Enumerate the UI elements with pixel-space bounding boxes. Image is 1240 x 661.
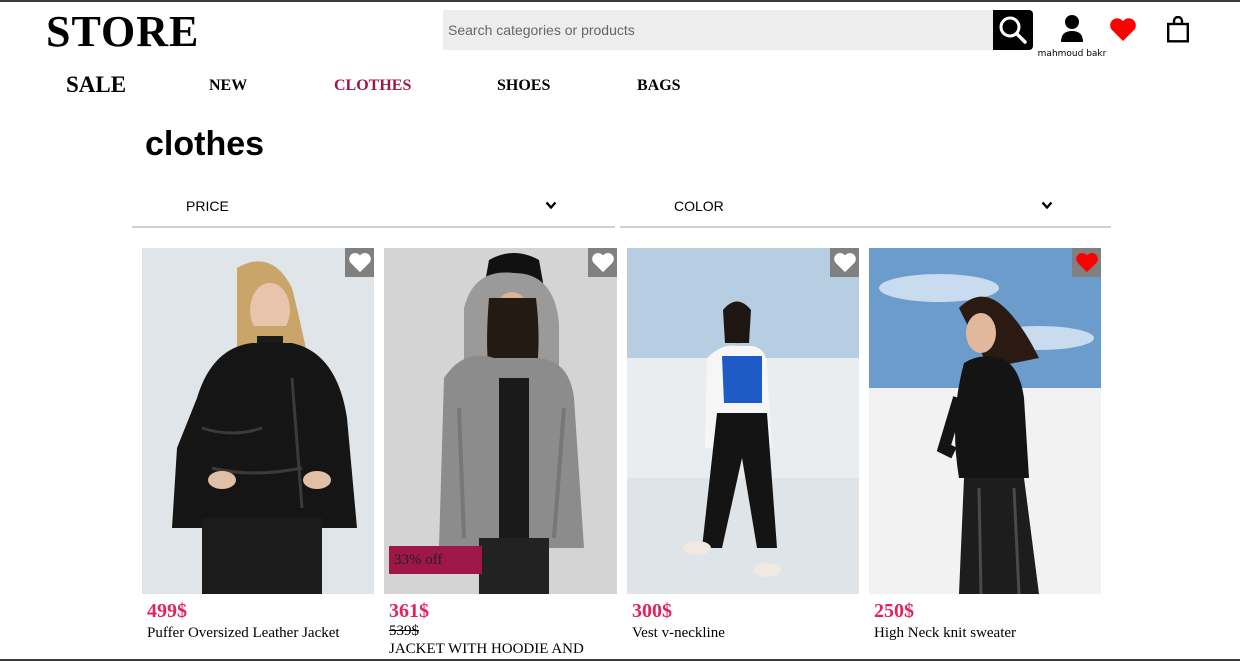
window-top-border (0, 0, 1240, 2)
product-price: 499$ (147, 600, 187, 622)
nav-bags[interactable]: BAGS (637, 77, 681, 95)
product-price: 250$ (874, 600, 914, 622)
product-name[interactable]: High Neck knit sweater (874, 624, 1101, 642)
shopping-bag-icon (1167, 15, 1190, 43)
product-card[interactable]: 300$ Vest v-neckline (627, 248, 859, 642)
favorite-button[interactable] (830, 248, 859, 277)
heart-icon (833, 253, 856, 273)
nav-shoes[interactable]: SHOES (497, 77, 550, 95)
product-image[interactable] (142, 248, 374, 594)
user-account[interactable]: mahmoud bakr (1036, 14, 1108, 60)
store-logo[interactable]: STORE (46, 6, 199, 57)
product-name[interactable]: Puffer Oversized Leather Jacket (147, 624, 374, 642)
user-name: mahmoud bakr (1037, 49, 1107, 59)
product-photo (627, 248, 859, 594)
product-name[interactable]: Vest v-neckline (632, 624, 859, 642)
product-old-price: 539$ (389, 623, 419, 639)
price-filter-dropdown[interactable]: PRICE (132, 190, 615, 228)
color-filter-label: COLOR (674, 198, 724, 214)
chevron-down-icon (1041, 201, 1053, 210)
heart-icon (1110, 18, 1136, 41)
price-filter-label: PRICE (186, 198, 229, 214)
product-card[interactable]: 250$ High Neck knit sweater (869, 248, 1101, 642)
chevron-down-icon (545, 201, 557, 210)
product-image[interactable] (869, 248, 1101, 594)
favorite-button[interactable] (588, 248, 617, 277)
nav-clothes[interactable]: CLOTHES (334, 77, 411, 95)
product-price: 361$ (389, 600, 429, 622)
heart-icon (348, 253, 371, 273)
product-price: 300$ (632, 600, 672, 622)
favorite-button[interactable] (1072, 248, 1101, 277)
product-photo (384, 248, 617, 594)
search-input[interactable] (443, 10, 993, 50)
favorite-button[interactable] (345, 248, 374, 277)
product-photo (869, 248, 1101, 594)
search-icon (999, 16, 1027, 44)
product-card[interactable]: 499$ Puffer Oversized Leather Jacket (142, 248, 374, 642)
page-title: clothes (145, 125, 265, 163)
search-bar (443, 10, 1033, 50)
discount-badge: 33% off (389, 546, 482, 574)
user-icon (1061, 15, 1083, 42)
search-button[interactable] (993, 10, 1033, 50)
heart-icon (591, 253, 614, 273)
product-image[interactable] (627, 248, 859, 594)
product-name[interactable]: JACKET WITH HOODIE AND (389, 640, 617, 658)
product-card[interactable]: 33% off 361$ 539$ JACKET WITH HOODIE AND (384, 248, 617, 658)
cart-button[interactable] (1166, 15, 1190, 48)
product-image[interactable]: 33% off (384, 248, 617, 594)
color-filter-dropdown[interactable]: COLOR (620, 190, 1111, 228)
nav-sale[interactable]: SALE (66, 72, 126, 98)
nav-new[interactable]: NEW (209, 77, 247, 95)
heart-icon (1075, 253, 1098, 273)
wishlist-button[interactable] (1109, 17, 1137, 47)
product-photo (142, 248, 374, 594)
